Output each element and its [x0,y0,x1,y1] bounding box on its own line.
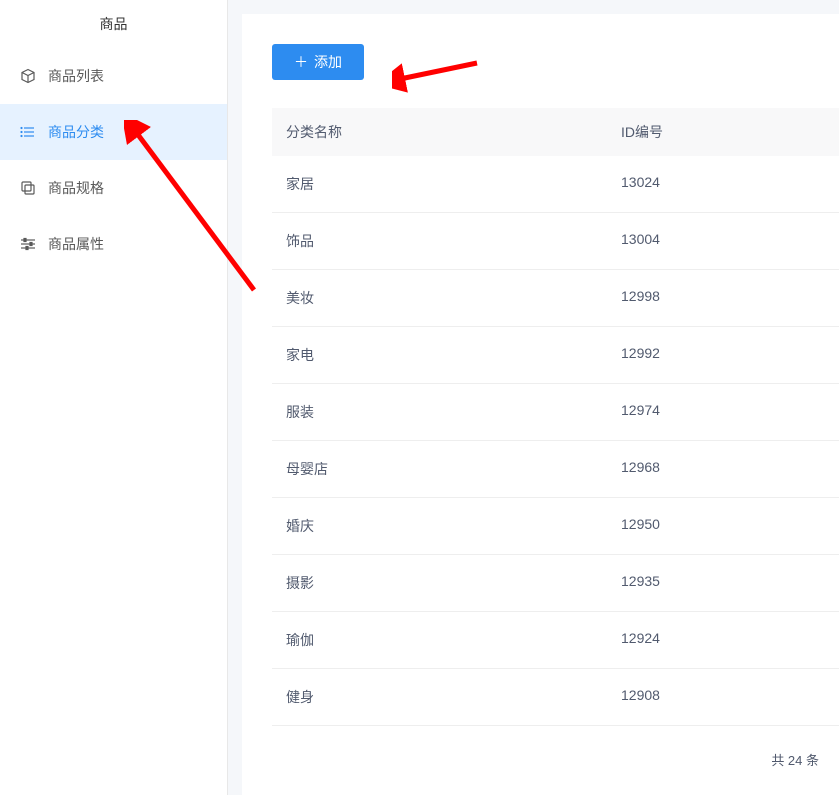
copy-icon [20,180,36,196]
sidebar-item-label: 商品规格 [48,178,104,198]
cell-name: 母婴店 [286,459,621,479]
table-row[interactable]: 饰品13004 [272,213,839,270]
table-row[interactable]: 服装12974 [272,384,839,441]
list-icon [20,124,36,140]
cell-name: 服装 [286,402,621,422]
cell-id: 13024 [621,174,825,194]
plus-icon: ＋ [294,52,308,72]
table-row[interactable]: 母婴店12968 [272,441,839,498]
table-row[interactable]: 家电12992 [272,327,839,384]
sliders-icon [20,236,36,252]
cell-id: 12992 [621,345,825,365]
cell-name: 饰品 [286,231,621,251]
cell-name: 美妆 [286,288,621,308]
cell-id: 12998 [621,288,825,308]
cell-id: 13004 [621,231,825,251]
cell-name: 瑜伽 [286,630,621,650]
pagination: 共 24 条 [272,726,839,769]
category-table: 分类名称 ID编号 家居13024饰品13004美妆12998家电12992服装… [272,108,839,726]
table-row[interactable]: 家居13024 [272,156,839,213]
cube-icon [20,68,36,84]
cell-id: 12974 [621,402,825,422]
cell-name: 健身 [286,687,621,707]
cell-name: 摄影 [286,573,621,593]
sidebar-item-product-attr[interactable]: 商品属性 [0,216,227,272]
add-button-label: 添加 [314,52,342,72]
cell-id: 12935 [621,573,825,593]
sidebar: 商品 商品列表 [0,0,228,795]
cell-id: 12950 [621,516,825,536]
cell-id: 12908 [621,687,825,707]
table-row[interactable]: 婚庆12950 [272,498,839,555]
table-row[interactable]: 美妆12998 [272,270,839,327]
header-id: ID编号 [621,122,825,142]
cell-name: 家电 [286,345,621,365]
cell-name: 婚庆 [286,516,621,536]
table-row[interactable]: 健身12908 [272,669,839,726]
table-row[interactable]: 摄影12935 [272,555,839,612]
sidebar-item-product-list[interactable]: 商品列表 [0,48,227,104]
sidebar-title: 商品 [0,0,227,48]
table-row[interactable]: 瑜伽12924 [272,612,839,669]
sidebar-item-product-spec[interactable]: 商品规格 [0,160,227,216]
sidebar-item-product-category[interactable]: 商品分类 [0,104,227,160]
table-header: 分类名称 ID编号 [272,108,839,156]
sidebar-item-label: 商品列表 [48,66,104,86]
cell-id: 12968 [621,459,825,479]
add-button[interactable]: ＋ 添加 [272,44,364,80]
header-name: 分类名称 [286,122,621,142]
pagination-total: 共 24 条 [771,753,819,768]
sidebar-item-label: 商品分类 [48,122,104,142]
main-content: ＋ 添加 分类名称 ID编号 家居13024饰品13004美妆12998家电12… [228,0,839,795]
sidebar-item-label: 商品属性 [48,234,104,254]
cell-id: 12924 [621,630,825,650]
cell-name: 家居 [286,174,621,194]
